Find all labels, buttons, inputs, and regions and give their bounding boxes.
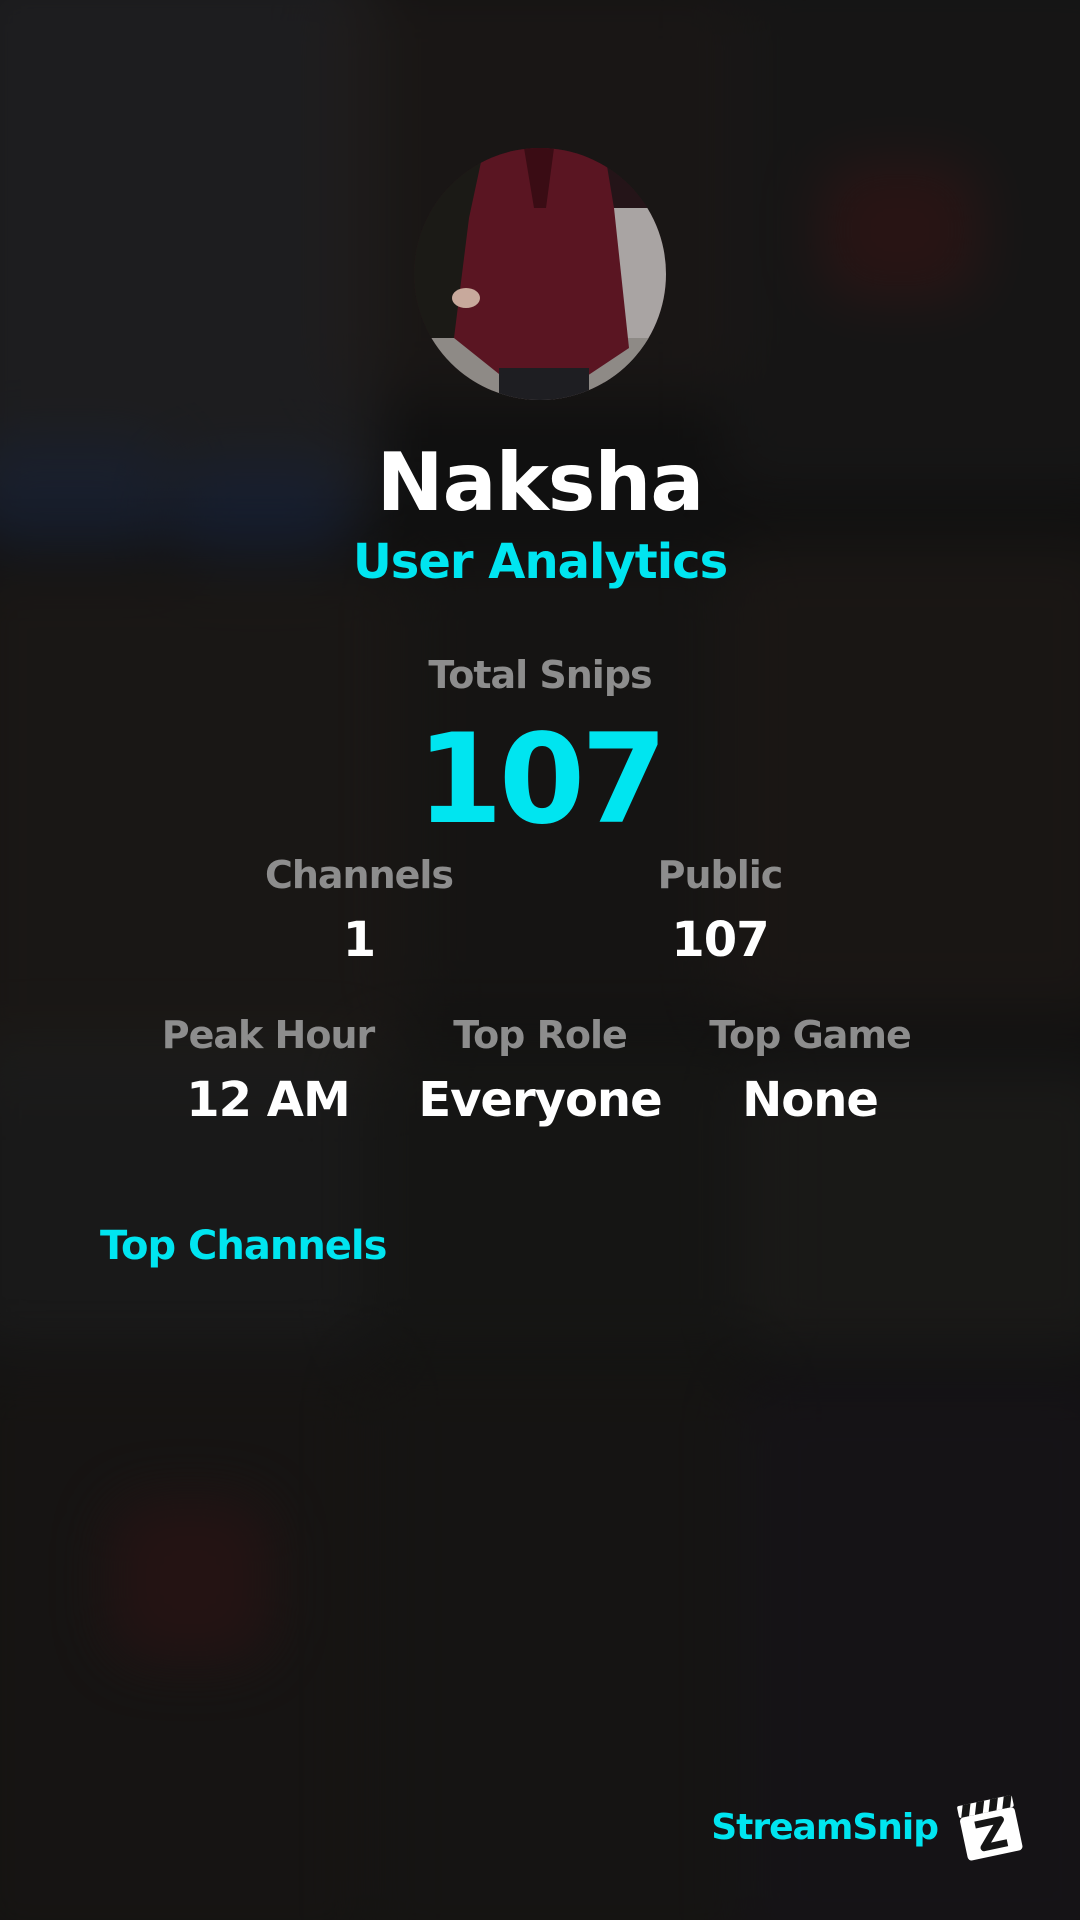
brand-footer: StreamSnip xyxy=(711,1790,1028,1866)
public-stat: Public 107 xyxy=(580,852,860,970)
clapperboard-icon xyxy=(952,1790,1028,1866)
public-value: 107 xyxy=(671,912,769,968)
channels-label: Channels xyxy=(264,853,454,897)
channels-value: 1 xyxy=(342,912,376,968)
analytics-card: Naksha User Analytics Total Snips 107 Ch… xyxy=(0,0,1080,1920)
top-role-value: Everyone xyxy=(418,1072,662,1128)
total-snips-label: Total Snips xyxy=(428,653,652,697)
peak-hour-value: 12 AM xyxy=(186,1072,350,1128)
top-role-label: Top Role xyxy=(453,1013,628,1057)
avatar xyxy=(414,148,666,400)
top-game-value: None xyxy=(742,1072,879,1128)
top-channels-heading: Top Channels xyxy=(100,1223,387,1269)
top-game-label: Top Game xyxy=(709,1013,912,1057)
peak-hour-stat: Peak Hour 12 AM xyxy=(128,1012,408,1130)
total-snips-value: 107 xyxy=(416,708,668,852)
brand-name: StreamSnip xyxy=(711,1807,939,1848)
public-label: Public xyxy=(657,853,784,897)
top-role-stat: Top Role Everyone xyxy=(400,1012,680,1130)
channels-stat: Channels 1 xyxy=(219,852,499,970)
top-game-stat: Top Game None xyxy=(670,1012,950,1130)
peak-hour-label: Peak Hour xyxy=(161,1013,375,1057)
username: Naksha xyxy=(376,436,705,529)
page-subtitle: User Analytics xyxy=(352,534,728,590)
